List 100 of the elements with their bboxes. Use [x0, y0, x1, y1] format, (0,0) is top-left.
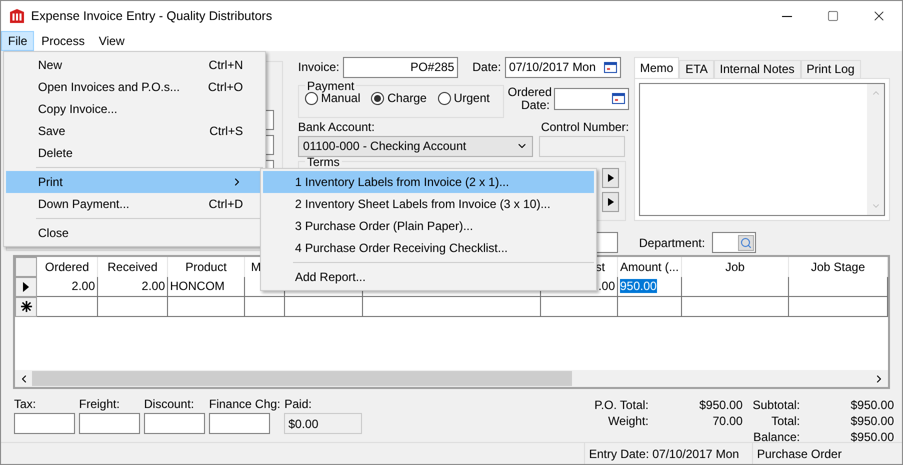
field-label: Control Number: — [540, 120, 629, 134]
total-value: $950.00 — [850, 413, 894, 430]
column-header[interactable]: Ordered — [44, 260, 90, 274]
menu-item-label: Down Payment... — [38, 197, 130, 211]
menu-item-label: New — [38, 58, 64, 72]
tab[interactable]: Print Log — [800, 60, 861, 78]
status-text: Purchase Order — [752, 443, 902, 464]
radio-option[interactable]: Manual — [305, 92, 360, 105]
date-field[interactable]: 07/10/2017 Mon — [505, 56, 622, 78]
input-field[interactable] — [79, 413, 140, 434]
menu-item[interactable]: Print — [6, 171, 263, 193]
search-icon[interactable] — [738, 234, 754, 251]
maximize-icon — [827, 10, 839, 22]
input-field[interactable] — [144, 413, 205, 434]
invoice-field[interactable]: PO#285 — [343, 56, 458, 78]
menu-item-label: Open Invoices and P.O.s... — [38, 80, 181, 94]
bank-account-dropdown[interactable]: 01100-000 - Checking Account — [298, 136, 533, 157]
radio-option[interactable]: Urgent — [438, 92, 490, 105]
menu-item-label: 2 Inventory Sheet Labels from Invoice (3 x 10)... — [295, 197, 552, 211]
window-title: Expense Invoice Entry - Quality Distributors — [31, 9, 274, 23]
tab[interactable]: Memo — [634, 56, 680, 78]
menu-item-label: 3 Purchase Order (Plain Paper)... — [295, 219, 474, 233]
table-cell — [245, 296, 285, 317]
menu-item[interactable]: Open Invoices and P.O.s... Ctrl+O — [6, 76, 263, 98]
group-title: Terms — [306, 156, 341, 168]
total-label: Total: — [770, 413, 800, 430]
total-label: Subtotal: — [752, 397, 800, 414]
row-header[interactable] — [15, 276, 37, 297]
menu-item[interactable]: 4 Purchase Order Receiving Checklist... — [263, 237, 594, 259]
menu-item[interactable]: Save Ctrl+S — [6, 120, 263, 142]
field-label: Date: — [472, 60, 502, 74]
column-header[interactable]: Job — [725, 260, 745, 274]
menu-item-label: 4 Purchase Order Receiving Checklist... — [295, 241, 509, 255]
row-header[interactable] — [15, 296, 37, 317]
control-number-field[interactable] — [539, 136, 625, 157]
shortcut-label: Ctrl+S — [209, 124, 243, 138]
input-field[interactable] — [209, 413, 270, 434]
input-field[interactable] — [14, 413, 75, 434]
department-field[interactable] — [712, 232, 756, 254]
table-cell — [37, 296, 98, 317]
menu-item-label: Save — [38, 124, 66, 138]
menu-item[interactable]: 1 Inventory Labels from Invoice (2 x 1)... — [263, 171, 594, 193]
total-label: Balance: — [752, 429, 800, 446]
table-cell: 2.00 — [37, 276, 98, 297]
menu-item[interactable]: 3 Purchase Order (Plain Paper)... — [263, 215, 594, 237]
table-cell: HONCOM — [168, 276, 245, 297]
play-icon[interactable] — [602, 168, 619, 188]
total-value: $950.00 — [698, 397, 743, 414]
scroll-thumb[interactable] — [32, 371, 572, 386]
total-value: 70.00 — [712, 413, 743, 430]
total-value: $950.00 — [850, 429, 894, 446]
row-pointer-icon — [23, 282, 29, 292]
field-label: Paid: — [284, 397, 313, 412]
column-header[interactable]: Amount (... — [620, 260, 679, 274]
table-cell — [618, 296, 682, 317]
shortcut-label: Ctrl+N — [208, 58, 243, 72]
play-icon[interactable] — [602, 192, 619, 212]
menu-item[interactable]: Copy Invoice... — [6, 98, 263, 120]
column-header[interactable]: M — [251, 260, 261, 274]
building-icon — [9, 8, 25, 24]
field-label: Tax: — [14, 397, 38, 412]
tab[interactable]: Internal Notes — [714, 60, 801, 78]
total-value: $950.00 — [850, 397, 894, 414]
table-cell: 2.00 — [98, 276, 168, 297]
menu-item-label: 1 Inventory Labels from Invoice (2 x 1)... — [295, 175, 510, 189]
column-header[interactable]: Received — [107, 260, 158, 274]
tab[interactable]: ETA — [679, 60, 714, 78]
radio-option[interactable]: Charge — [371, 92, 427, 105]
status-text: Entry Date: 07/10/2017 Mon — [584, 443, 752, 464]
field-label: Ordered Date: — [508, 86, 550, 112]
menu-bar-item[interactable]: File — [1, 31, 34, 51]
field-label: Department: — [639, 236, 706, 250]
menu-item-label: Close — [38, 226, 70, 240]
menu-item[interactable]: 2 Inventory Sheet Labels from Invoice (3 x 10)... — [263, 193, 594, 215]
column-header[interactable]: Product — [185, 260, 227, 274]
menu-item-label: Print — [38, 175, 64, 189]
group-title: Payment — [306, 80, 356, 92]
menu-item-label: Delete — [38, 146, 74, 160]
ordered-date-field[interactable] — [554, 88, 629, 110]
menu-item[interactable]: Down Payment... Ctrl+D — [6, 193, 263, 215]
shortcut-label: Ctrl+D — [208, 197, 243, 211]
asterisk-icon — [20, 301, 32, 312]
field-label: Finance Chg: — [209, 397, 280, 412]
total-label: Weight: — [607, 413, 649, 430]
menu-bar-item[interactable]: Process — [34, 31, 92, 51]
menu-item[interactable]: Close — [6, 222, 263, 244]
table-cell: 950.00 — [618, 276, 682, 297]
shortcut-label: Ctrl+O — [208, 80, 243, 94]
field-label: Discount: — [144, 397, 196, 412]
column-header[interactable]: Job Stage — [810, 260, 866, 274]
menu-bar-item[interactable]: View — [92, 31, 132, 51]
date-value: 07/10/2017 Mon — [509, 60, 596, 74]
field-label: Invoice: — [298, 60, 340, 74]
table-cell — [98, 296, 168, 317]
menu-item[interactable]: New Ctrl+N — [6, 54, 263, 76]
menu-item-label: Add Report... — [295, 270, 367, 284]
calendar-icon[interactable] — [604, 62, 618, 73]
total-label: P.O. Total: — [594, 397, 649, 414]
menu-item[interactable]: Delete — [6, 142, 263, 164]
calendar-icon[interactable] — [612, 93, 625, 104]
